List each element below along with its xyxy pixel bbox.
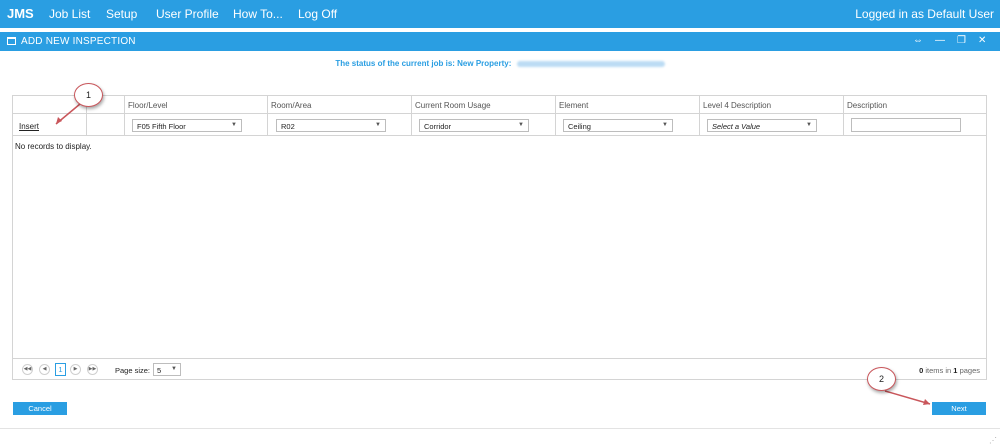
callout-arrows — [55, 103, 931, 405]
callout-1: 1 — [74, 83, 103, 107]
callout-2: 2 — [867, 367, 896, 391]
callout-2-arrowhead — [923, 399, 930, 405]
callout-2-arrow — [884, 390, 931, 405]
callout-1-arrowhead — [56, 117, 62, 124]
